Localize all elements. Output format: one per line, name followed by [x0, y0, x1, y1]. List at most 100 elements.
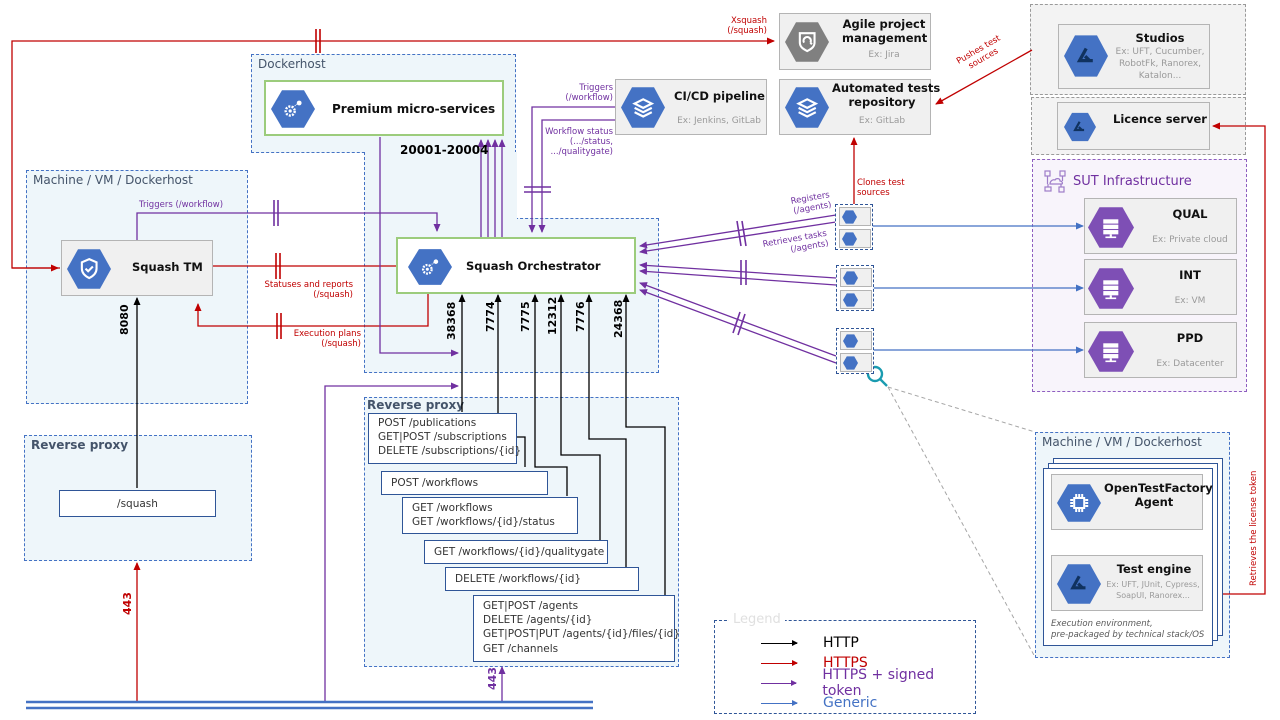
triangle-logo-icon: [843, 356, 858, 370]
agile-node[interactable]: Agile project management Ex: Jira: [779, 13, 931, 70]
squash-tm-node[interactable]: Squash TM: [61, 240, 213, 296]
agent-group-int[interactable]: [836, 265, 874, 311]
chip-icon: [842, 210, 857, 224]
statuses-reports-label: Statuses and reports (/squash): [253, 280, 353, 300]
label-line: Workflow status: [545, 127, 613, 137]
orchestrator-node[interactable]: Squash Orchestrator: [396, 237, 636, 294]
triangle-logo-icon: [1064, 35, 1108, 77]
exec-env-note-line2: pre-packaged by technical stack/OS: [1051, 630, 1205, 640]
break-mark: [273, 200, 279, 226]
chip-icon: [843, 334, 858, 348]
premium-services-node[interactable]: Premium micro-services: [264, 80, 504, 136]
triggers-tm-label: Triggers (/workflow): [139, 200, 224, 210]
retrieves-license-label: Retrieves the license token: [1249, 470, 1259, 586]
break-mark: [732, 220, 747, 336]
route-box-agents[interactable]: GET|POST /agents DELETE /agents/{id} GET…: [473, 595, 680, 662]
route-box-publications[interactable]: POST /publications GET|POST /subscriptio…: [368, 413, 522, 464]
label-line: Statuses and reports: [264, 280, 353, 290]
test-engine-title: Test engine: [1116, 562, 1192, 576]
test-engine-sub-line1: Ex: UFT, JUnit, Cypress,: [1106, 580, 1200, 589]
sut-qual-node[interactable]: QUAL Ex: Private cloud: [1084, 198, 1237, 254]
retrieves-tasks-label: Retrieves tasks (/agents): [762, 229, 829, 260]
test-engine-sub-line2: SoapUI, Ranorex...: [1116, 591, 1190, 600]
int-subtitle: Ex: VM: [1174, 296, 1206, 306]
layers-icon: [785, 87, 829, 128]
otf-agent-title-line2: Agent: [1134, 495, 1174, 509]
agent-mini: [840, 331, 872, 350]
route-box-get-workflows[interactable]: GET /workflows GET /workflows/{id}/statu…: [402, 497, 578, 534]
qual-subtitle: Ex: Private cloud: [1152, 235, 1228, 245]
chip-icon: [1057, 484, 1101, 522]
machine-agent-zone-title: Machine / VM / Dockerhost: [1042, 435, 1202, 449]
route-line: GET|POST /agents: [483, 600, 579, 612]
route-box-delete-workflows[interactable]: DELETE /workflows/{id}: [445, 567, 639, 591]
label-line: (/squash): [727, 26, 767, 37]
network-icon: [1043, 170, 1067, 194]
route-line: GET|POST /subscriptions: [378, 431, 507, 444]
legend-item-generic: Generic: [761, 694, 877, 712]
exec-env-panel: OpenTestFactory Agent Test engine Ex: UF…: [1043, 468, 1213, 646]
sut-infrastructure-title: SUT Infrastructure: [1073, 174, 1192, 189]
orchestrator-title: Squash Orchestrator: [466, 259, 601, 273]
workflow-status-label: Workflow status (.../status, .../quality…: [535, 127, 613, 158]
premium-services-title: Premium micro-services: [332, 102, 496, 116]
studios-node[interactable]: Studios Ex: UFT, Cucumber, RobotFk, Rano…: [1058, 24, 1210, 89]
route-line: DELETE /agents/{id}: [483, 614, 593, 627]
registers-label: Registers (/agents): [790, 190, 832, 217]
zoom-callout-lines: [887, 386, 1036, 658]
engine-mini: [840, 353, 872, 372]
arrow-icon: [761, 659, 798, 666]
orchestrator-port: 7774: [484, 301, 497, 332]
studios-title: Studios: [1135, 31, 1185, 45]
dockerhost-zone-title: Dockerhost: [258, 57, 326, 71]
route-box-qualitygate[interactable]: GET /workflows/{id}/qualitygate: [424, 540, 608, 564]
sut-ppd-node[interactable]: PPD Ex: Datacenter: [1084, 322, 1237, 378]
legend-item-http: HTTP: [761, 634, 859, 652]
label-line: Clones test: [857, 178, 905, 188]
agile-subtitle: Ex: Jira: [868, 50, 900, 60]
sut-int-node[interactable]: INT Ex: VM: [1084, 259, 1237, 315]
reverse-proxy-left-zone-title: Reverse proxy: [31, 438, 129, 452]
orchestrator-port: 24368: [612, 299, 625, 338]
studios-sub-line2: RobotFk, Ranorex,: [1118, 59, 1202, 69]
legend-label: HTTP: [823, 635, 859, 651]
route-box-squash[interactable]: /squash: [59, 490, 216, 517]
layers-icon: [621, 87, 665, 128]
route-line: GET /channels: [483, 642, 559, 655]
gears-icon: [408, 249, 452, 285]
proxy-left-port: 443: [121, 592, 134, 615]
tests-repository-node[interactable]: Automated tests repository Ex: GitLab: [779, 79, 940, 135]
agent-group-qual[interactable]: [835, 204, 873, 250]
label-line: Triggers: [579, 83, 613, 93]
arrow-icon: [761, 639, 798, 646]
label-line: (/squash): [313, 290, 353, 301]
test-engine-node[interactable]: Test engine Ex: UFT, JUnit, Cypress, Soa…: [1051, 555, 1203, 611]
route-line: POST /workflows: [391, 477, 479, 489]
route-line: DELETE /subscriptions/{id}: [378, 445, 522, 458]
label-line: Execution plans: [293, 329, 361, 339]
network-bus: [26, 700, 593, 710]
route-line: POST /publications: [378, 417, 477, 429]
licence-server-node[interactable]: Licence server: [1057, 102, 1210, 150]
orchestrator-port: 38368: [445, 301, 458, 340]
agent-mini: [839, 207, 871, 226]
orchestrator-port: 12312: [546, 296, 559, 335]
qual-title: QUAL: [1172, 207, 1208, 221]
otf-agent-node[interactable]: OpenTestFactory Agent: [1051, 474, 1213, 530]
proxy-center-port: 443: [486, 667, 499, 690]
server-icon: [1088, 268, 1134, 309]
execution-plans-label: Execution plans (/squash): [263, 329, 361, 349]
triangle-logo-icon: [1064, 112, 1096, 142]
studios-sub-line3: Katalon...: [1138, 71, 1182, 81]
reverse-proxy-center-zone-title: Reverse proxy: [367, 398, 465, 412]
route-box-post-workflows[interactable]: POST /workflows: [381, 471, 548, 495]
route-squash: /squash: [117, 498, 158, 510]
chip-icon: [843, 271, 858, 285]
server-icon: [1088, 207, 1134, 248]
cicd-node[interactable]: CI/CD pipeline Ex: Jenkins, GitLab: [615, 79, 767, 135]
agent-group-ppd[interactable]: [836, 328, 874, 374]
orchestrator-port: 7775: [519, 301, 532, 332]
int-title: INT: [1179, 268, 1201, 282]
wire-cicd-triggers: [528, 106, 615, 233]
repo-title-line2: repository: [848, 95, 916, 109]
